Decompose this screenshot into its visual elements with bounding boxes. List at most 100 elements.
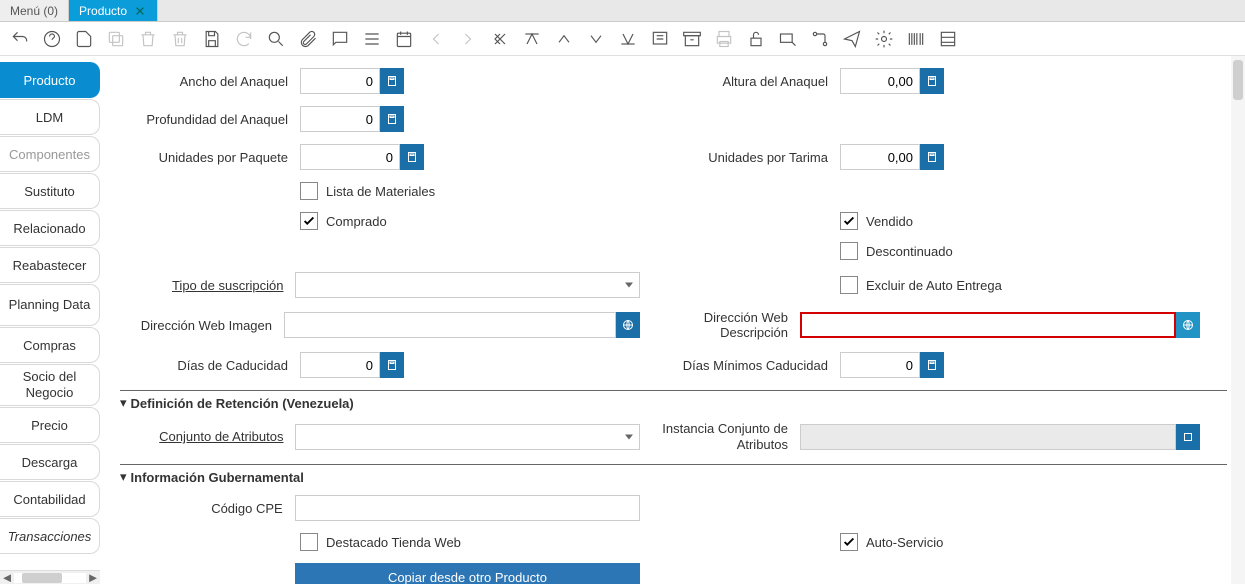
tab-menu[interactable]: Menú (0): [0, 0, 69, 21]
label-descontinuado: Descontinuado: [866, 244, 953, 259]
sidetab-componentes[interactable]: Componentes: [0, 136, 100, 172]
close-icon[interactable]: [133, 4, 147, 18]
checkbox-excluir-auto[interactable]: [840, 276, 858, 294]
input-unidades-tarima[interactable]: [840, 144, 920, 170]
form-content: Ancho del Anaquel Altura del Anaquel: [120, 56, 1227, 584]
input-ancho-anaquel[interactable]: [300, 68, 380, 94]
sidetab-contabilidad[interactable]: Contabilidad: [0, 481, 100, 517]
copy-icon[interactable]: [106, 29, 126, 49]
label-excluir-auto: Excluir de Auto Entrega: [866, 278, 1002, 293]
label-dir-web-desc: Dirección Web Descripción: [640, 310, 800, 340]
sidetab-ldm[interactable]: LDM: [0, 99, 100, 135]
input-profundidad-anaquel[interactable]: [300, 106, 380, 132]
side-hscroll[interactable]: ◄ ►: [0, 570, 100, 584]
calc-icon[interactable]: [380, 352, 404, 378]
label-unidades-paquete: Unidades por Paquete: [120, 150, 300, 165]
label-auto-servicio: Auto-Servicio: [866, 535, 943, 550]
calc-icon[interactable]: [920, 68, 944, 94]
input-unidades-paquete[interactable]: [300, 144, 400, 170]
calc-icon[interactable]: [920, 144, 944, 170]
list-icon[interactable]: [362, 29, 382, 49]
label-conjunto-atributos[interactable]: Conjunto de Atributos: [120, 429, 295, 444]
toolbar: [0, 22, 1245, 56]
sidetab-planning[interactable]: Planning Data: [0, 284, 100, 326]
sidetab-relacionado[interactable]: Relacionado: [0, 210, 100, 246]
calc-icon[interactable]: [400, 144, 424, 170]
calc-icon[interactable]: [380, 68, 404, 94]
scroll-right-icon[interactable]: ►: [86, 571, 100, 585]
print-icon[interactable]: [714, 29, 734, 49]
collapse-icon[interactable]: ▾: [120, 469, 127, 485]
input-instancia-atributos: [800, 424, 1176, 450]
input-altura-anaquel[interactable]: [840, 68, 920, 94]
calc-icon[interactable]: [920, 352, 944, 378]
sidetab-producto[interactable]: Producto: [0, 62, 100, 98]
search-icon[interactable]: [266, 29, 286, 49]
undo-icon[interactable]: [10, 29, 30, 49]
nav-first-icon[interactable]: [522, 29, 542, 49]
scroll-thumb[interactable]: [22, 573, 62, 583]
sidetab-compras[interactable]: Compras: [0, 327, 100, 363]
chat-icon[interactable]: [330, 29, 350, 49]
select-conjunto-atributos[interactable]: [295, 424, 640, 450]
web-icon[interactable]: [1176, 312, 1200, 338]
web-icon[interactable]: [616, 312, 640, 338]
input-dias-caducidad[interactable]: [300, 352, 380, 378]
button-copiar-producto[interactable]: Copiar desde otro Producto: [295, 563, 640, 584]
refresh-icon[interactable]: [234, 29, 254, 49]
scroll-thumb[interactable]: [1233, 60, 1243, 100]
calc-icon[interactable]: [380, 106, 404, 132]
label-dias-caducidad: Días de Caducidad: [120, 358, 300, 373]
checkbox-vendido[interactable]: [840, 212, 858, 230]
label-instancia-atributos: Instancia Conjunto de Atributos: [640, 421, 800, 452]
sidetab-sustituto[interactable]: Sustituto: [0, 173, 100, 209]
next-icon[interactable]: [458, 29, 478, 49]
sidetab-transacciones[interactable]: Transacciones: [0, 518, 100, 554]
first-icon[interactable]: [490, 29, 510, 49]
input-dir-web-desc[interactable]: [800, 312, 1176, 338]
help-icon[interactable]: [42, 29, 62, 49]
checkbox-comprado[interactable]: [300, 212, 318, 230]
calendar-icon[interactable]: [394, 29, 414, 49]
tab-menu-label: Menú (0): [10, 4, 58, 18]
section-title-gubernamental: Información Gubernamental: [131, 470, 304, 485]
archive-icon[interactable]: [682, 29, 702, 49]
collapse-icon[interactable]: ▾: [120, 395, 127, 411]
gear-icon[interactable]: [874, 29, 894, 49]
sidetab-socio[interactable]: Socio del Negocio: [0, 364, 100, 406]
sidetab-precio[interactable]: Precio: [0, 407, 100, 443]
nav-down-icon[interactable]: [586, 29, 606, 49]
delete-icon[interactable]: [138, 29, 158, 49]
tab-producto[interactable]: Producto: [69, 0, 158, 21]
zoom-icon[interactable]: [778, 29, 798, 49]
vertical-scrollbar[interactable]: [1231, 56, 1245, 584]
checkbox-auto-servicio[interactable]: [840, 533, 858, 551]
label-tipo-suscripcion[interactable]: Tipo de suscripción: [120, 278, 295, 293]
nav-last-icon[interactable]: [618, 29, 638, 49]
nav-up-icon[interactable]: [554, 29, 574, 49]
delete2-icon[interactable]: [170, 29, 190, 49]
lock-icon[interactable]: [746, 29, 766, 49]
checkbox-destacado-tienda[interactable]: [300, 533, 318, 551]
section-gubernamental: ▾ Información Gubernamental: [120, 464, 1227, 485]
input-codigo-cpe[interactable]: [295, 495, 640, 521]
grid-icon[interactable]: [938, 29, 958, 49]
lookup-icon[interactable]: [1176, 424, 1200, 450]
report-icon[interactable]: [650, 29, 670, 49]
attach-icon[interactable]: [298, 29, 318, 49]
checkbox-descontinuado[interactable]: [840, 242, 858, 260]
sidetab-descarga[interactable]: Descarga: [0, 444, 100, 480]
select-tipo-suscripcion[interactable]: [295, 272, 640, 298]
checkbox-lista-materiales[interactable]: [300, 182, 318, 200]
save-icon[interactable]: [202, 29, 222, 49]
prev-icon[interactable]: [426, 29, 446, 49]
scroll-track[interactable]: [14, 573, 86, 583]
send-icon[interactable]: [842, 29, 862, 49]
new-icon[interactable]: [74, 29, 94, 49]
barcode-icon[interactable]: [906, 29, 926, 49]
input-dias-min-caducidad[interactable]: [840, 352, 920, 378]
workflow-icon[interactable]: [810, 29, 830, 49]
sidetab-reabastecer[interactable]: Reabastecer: [0, 247, 100, 283]
scroll-left-icon[interactable]: ◄: [0, 571, 14, 585]
input-dir-web-imagen[interactable]: [284, 312, 616, 338]
